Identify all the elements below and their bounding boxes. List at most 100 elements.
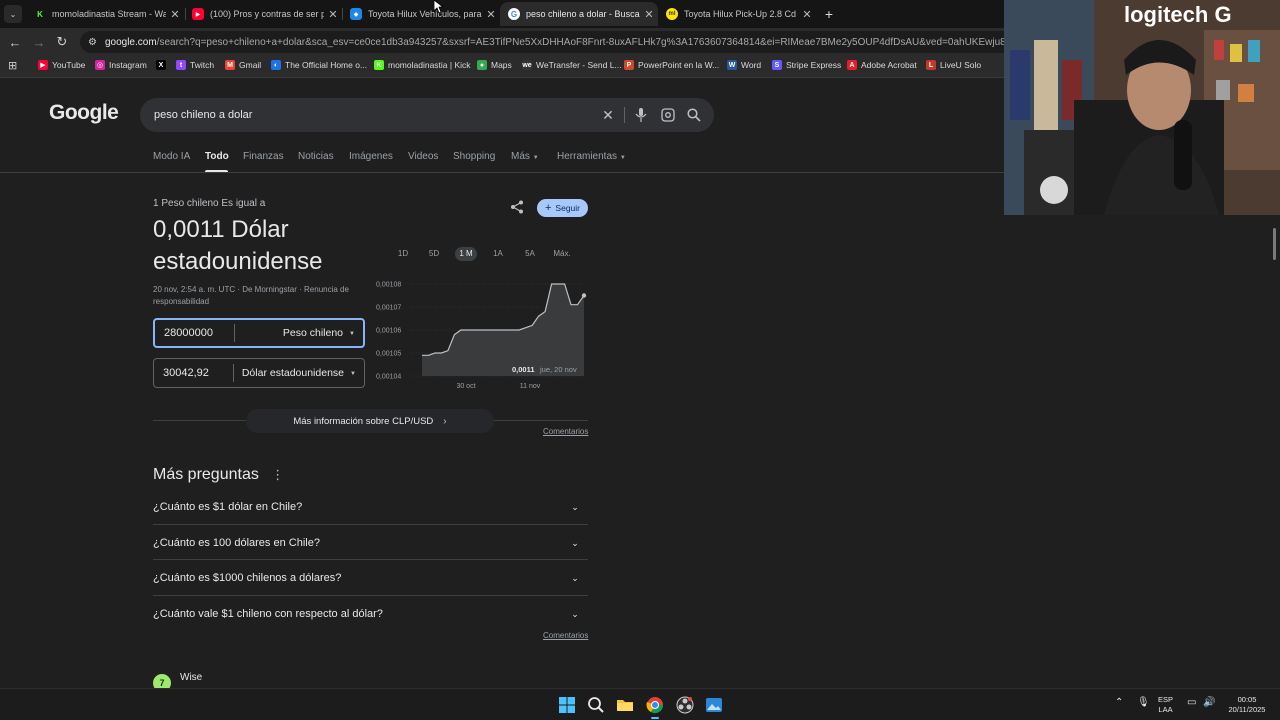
chrome-icon[interactable]	[646, 696, 664, 714]
tab-1[interactable]: K momoladinastia Stream - Watch ✕	[26, 2, 184, 26]
windows-start-icon[interactable]	[558, 696, 576, 714]
bookmark-label: Twitch	[190, 60, 215, 70]
network-icon[interactable]: ▭	[1187, 698, 1196, 708]
range-1m[interactable]: 1 M	[455, 247, 477, 261]
bookmark-item[interactable]: W Word	[727, 60, 761, 70]
bookmark-item[interactable]: P PowerPoint en la W...	[624, 60, 719, 70]
volume-icon[interactable]: 🔊	[1203, 698, 1215, 708]
reload-icon[interactable]: ↻	[53, 33, 71, 51]
from-amount-field[interactable]: 28000000 Peso chileno ▼	[153, 318, 365, 348]
exchange-rate-chart[interactable]: 0,00108 0,00107 0,00106 0,00105 0,00104 30 oc…	[370, 276, 592, 394]
bookmark-item[interactable]: ● Maps	[477, 60, 512, 70]
bookmark-favicon-icon: A	[847, 60, 857, 70]
forward-icon[interactable]: →	[30, 33, 48, 51]
clear-icon[interactable]: ✕	[600, 107, 616, 123]
close-tab-icon[interactable]: ✕	[482, 8, 500, 21]
x-tick-label: 11 nov	[520, 383, 541, 390]
tab-2[interactable]: ▶ (100) Pros y contras de ser prop ✕	[184, 2, 342, 26]
bookmark-item[interactable]: Kmomoladinastia | Kick	[374, 60, 471, 70]
apps-grid-icon[interactable]: ⊞	[8, 59, 17, 72]
follow-button[interactable]: + Seguir	[537, 199, 588, 217]
faq-item[interactable]: ¿Cuánto vale $1 chileno con respecto al …	[153, 596, 588, 631]
search-icon[interactable]	[587, 696, 605, 714]
bookmark-item[interactable]: X	[156, 60, 170, 70]
bookmark-item[interactable]: M Gmail	[225, 60, 261, 70]
show-hidden-icons[interactable]: ⌃	[1115, 698, 1123, 708]
file-explorer-icon[interactable]	[616, 696, 634, 714]
clock[interactable]: 00:05 20/11/2025	[1222, 695, 1272, 715]
toyota-icon: ◆	[350, 8, 362, 20]
mic-icon[interactable]	[633, 107, 649, 123]
follow-label: Seguir	[555, 203, 580, 213]
tab-noticias[interactable]: Noticias	[298, 151, 334, 162]
close-tab-icon[interactable]: ✕	[798, 8, 816, 21]
bookmark-item[interactable]: t Twitch	[176, 60, 214, 70]
feedback-link[interactable]: Comentarios	[543, 427, 588, 436]
tab-4-active[interactable]: G peso chileno a dolar - Buscar co ✕	[500, 2, 658, 26]
tab-todo[interactable]: Todo	[205, 151, 229, 162]
close-tab-icon[interactable]: ✕	[166, 8, 184, 21]
tab-mas[interactable]: Más ▼	[511, 151, 539, 162]
youtube-icon: ▶	[192, 8, 204, 20]
bookmark-item[interactable]: L LiveU Solo	[926, 60, 981, 70]
range-5d[interactable]: 5D	[423, 247, 445, 261]
new-tab-button[interactable]: +	[820, 5, 838, 23]
dropdown-icon: ▼	[619, 155, 626, 161]
tab-search-button[interactable]: ⌄	[4, 5, 22, 23]
result-site-name[interactable]: Wise	[180, 672, 202, 683]
tab-herramientas[interactable]: Herramientas ▼	[557, 151, 626, 162]
bookmark-item[interactable]: we WeTransfer - Send L...	[522, 60, 622, 70]
tab-imagenes[interactable]: Imágenes	[349, 151, 393, 162]
to-amount-input[interactable]: 30042,92	[154, 364, 234, 382]
close-tab-icon[interactable]: ✕	[324, 8, 342, 21]
chevron-down-icon[interactable]: ⌄	[566, 569, 584, 587]
search-input[interactable]: peso chileno a dolar	[140, 98, 714, 132]
tab-modo-ia[interactable]: Modo IA	[153, 151, 190, 162]
range-max[interactable]: Máx.	[549, 247, 575, 261]
tab-finanzas[interactable]: Finanzas	[243, 151, 284, 162]
faq-item[interactable]: ¿Cuánto es $1000 chilenos a dólares? ⌄	[153, 560, 588, 595]
photo-app-icon[interactable]	[705, 696, 723, 714]
bookmark-label: Word	[741, 60, 762, 70]
obs-icon[interactable]	[676, 696, 694, 714]
bookmark-favicon-icon: ◎	[95, 60, 105, 70]
scrollbar[interactable]	[1272, 216, 1277, 688]
range-1d[interactable]: 1D	[392, 247, 414, 261]
faq-item[interactable]: ¿Cuánto es 100 dólares en Chile? ⌄	[153, 525, 588, 560]
bookmark-item[interactable]: ▶ YouTube	[38, 60, 85, 70]
chevron-down-icon[interactable]: ⌄	[566, 534, 584, 552]
close-tab-icon[interactable]: ✕	[640, 8, 658, 21]
tab-5[interactable]: ml Toyota Hilux Pick-Up 2.8 Cd Srv ✕	[658, 2, 816, 26]
to-amount-field[interactable]: 30042,92 Dólar estadounidense ▼	[153, 358, 365, 388]
scrollbar-thumb[interactable]	[1273, 228, 1276, 260]
range-1a[interactable]: 1A	[487, 247, 509, 261]
search-icon[interactable]	[686, 107, 702, 123]
microphone-icon[interactable]: 🎙	[1137, 698, 1150, 708]
more-options-icon[interactable]: ⋮	[271, 467, 284, 482]
chevron-down-icon[interactable]: ⌄	[566, 605, 584, 623]
site-info-icon[interactable]: ⚙	[88, 37, 97, 48]
lens-icon[interactable]	[660, 107, 676, 123]
bookmark-item[interactable]: ◎ Instagram	[95, 60, 147, 70]
bookmark-item[interactable]: S Stripe Express	[772, 60, 841, 70]
google-logo[interactable]: Google	[49, 101, 119, 125]
share-icon[interactable]	[510, 200, 526, 216]
range-5a[interactable]: 5A	[519, 247, 541, 261]
chevron-down-icon[interactable]: ⌄	[566, 498, 584, 516]
bookmark-favicon-icon: S	[772, 60, 782, 70]
faq-item[interactable]: ¿Cuánto es $1 dólar en Chile? ⌄	[153, 489, 588, 524]
to-currency-select[interactable]: Dólar estadounidense ▼	[234, 367, 364, 379]
back-icon[interactable]: ←	[6, 33, 24, 51]
faq-feedback-link[interactable]: Comentarios	[543, 631, 588, 640]
language-indicator[interactable]: ESP LAA	[1158, 695, 1173, 715]
tab-shopping[interactable]: Shopping	[453, 151, 495, 162]
more-info-button[interactable]: Más información sobre CLP/USD ›	[246, 409, 494, 433]
tab-videos[interactable]: Videos	[408, 151, 438, 162]
from-amount-input[interactable]: 28000000	[155, 324, 235, 342]
tab-3[interactable]: ◆ Toyota Hilux Vehículos, para la ✕	[342, 2, 500, 26]
y-tick-label: 0,00104	[376, 374, 401, 381]
from-currency-select[interactable]: Peso chileno ▼	[235, 327, 363, 339]
url-field[interactable]: ⚙ google.com/search?q=peso+chileno+a+dol…	[80, 31, 1004, 53]
bookmark-item[interactable]: ◐ The Official Home o...	[271, 60, 367, 70]
bookmark-item[interactable]: A Adobe Acrobat	[847, 60, 917, 70]
